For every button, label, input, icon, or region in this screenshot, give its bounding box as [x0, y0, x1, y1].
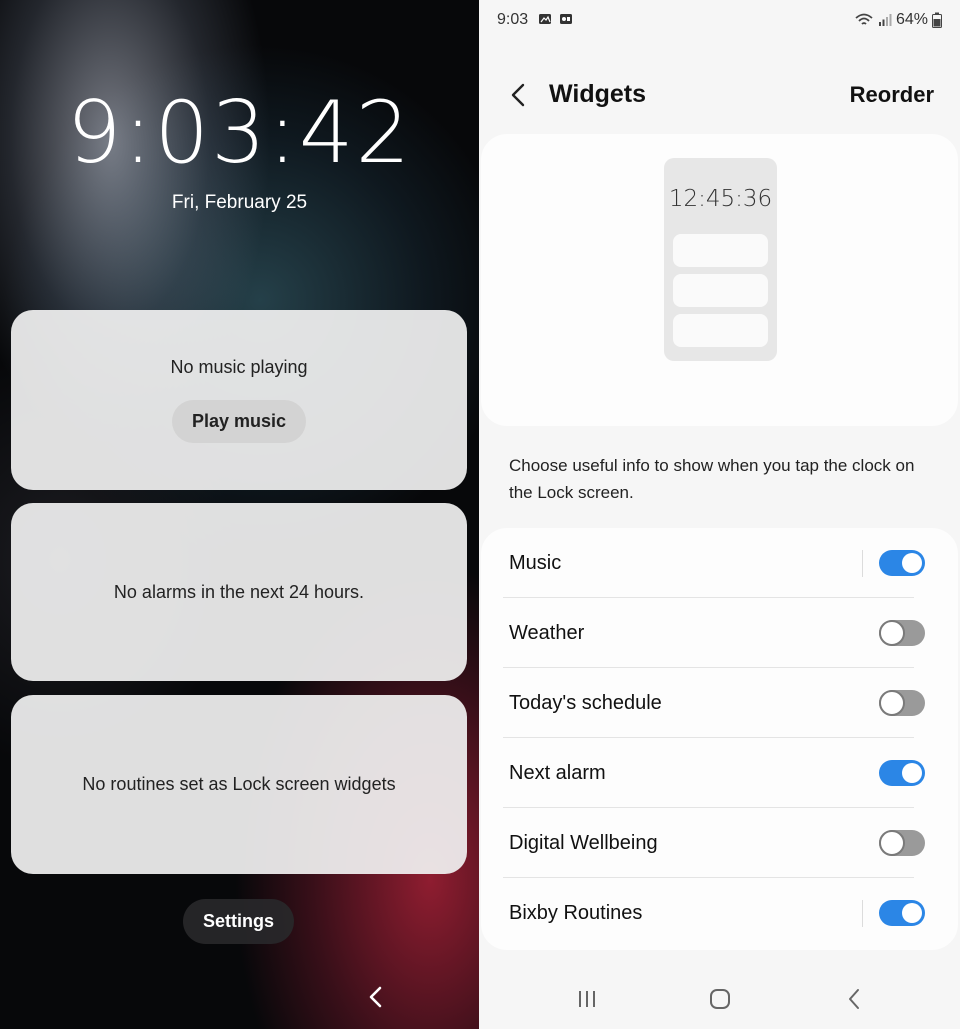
weather-toggle[interactable]	[879, 620, 925, 646]
widget-row-weather[interactable]: Weather	[481, 598, 958, 668]
todays-schedule-toggle[interactable]	[879, 690, 925, 716]
widget-label: Weather	[509, 622, 585, 644]
alarm-status-text: No alarms in the next 24 hours.	[113, 581, 365, 602]
preview-widget-slot	[673, 274, 768, 307]
battery-percent: 64%	[895, 11, 928, 28]
page-title: Widgets	[549, 80, 646, 108]
back-icon[interactable]	[362, 982, 390, 1012]
alarm-widget-card: No alarms in the next 24 hours.	[11, 503, 467, 681]
widget-row-digital-wellbeing[interactable]: Digital Wellbeing	[481, 808, 958, 878]
gallery-icon	[539, 14, 551, 24]
music-status-text: No music playing	[170, 357, 308, 377]
play-music-button[interactable]: Play music	[171, 400, 307, 443]
status-bar: 9:03 64%	[479, 0, 960, 40]
next-alarm-toggle[interactable]	[879, 760, 925, 786]
status-time: 9:03	[497, 11, 529, 28]
preview-widget-slot	[673, 314, 768, 347]
digital-wellbeing-toggle[interactable]	[879, 830, 925, 856]
lock-date: Fri, February 25	[171, 192, 308, 213]
lock-clock[interactable]: 9:03:42	[0, 90, 479, 176]
preview-clock: 12:45:36	[668, 186, 773, 212]
recents-icon[interactable]	[572, 986, 602, 1012]
app-header: Widgets Reorder	[479, 60, 960, 130]
back-icon[interactable]	[505, 80, 531, 110]
lock-settings-button[interactable]: Settings	[183, 899, 294, 944]
reorder-button[interactable]: Reorder	[850, 82, 934, 108]
widget-label: Music	[509, 552, 562, 574]
widget-label: Next alarm	[509, 762, 606, 784]
lock-screen: 9:03:42 Fri, February 25 No music playin…	[0, 0, 479, 1029]
row-separator	[862, 550, 863, 577]
battery-icon	[932, 12, 942, 28]
widgets-settings-screen: 9:03 64% Widgets Reorder 12:45:36 Choose…	[479, 0, 960, 1029]
widget-label: Bixby Routines	[509, 902, 643, 924]
widgets-description: Choose useful info to show when you tap …	[509, 456, 915, 502]
routines-widget-card: No routines set as Lock screen widgets	[11, 695, 467, 874]
routines-status-text: No routines set as Lock screen widgets	[82, 774, 396, 794]
screen-record-icon	[560, 14, 572, 24]
widget-row-todays-schedule[interactable]: Today's schedule	[481, 668, 958, 738]
widget-row-music[interactable]: Music	[481, 528, 958, 598]
phone-preview: 12:45:36	[664, 158, 777, 361]
music-toggle[interactable]	[879, 550, 925, 576]
bixby-routines-toggle[interactable]	[879, 900, 925, 926]
widget-label: Today's schedule	[509, 692, 662, 714]
widget-label: Digital Wellbeing	[509, 832, 658, 854]
signal-icon	[878, 14, 892, 26]
home-icon[interactable]	[705, 986, 735, 1012]
row-separator	[862, 900, 863, 927]
preview-widget-slot	[673, 234, 768, 267]
lock-preview-card: 12:45:36	[481, 134, 958, 426]
status-right: 64%	[854, 11, 942, 29]
navigation-bar	[479, 970, 960, 1029]
wifi-icon	[855, 13, 873, 25]
back-icon[interactable]	[839, 986, 869, 1012]
widgets-list: Music Weather Today's schedule Next alar…	[481, 528, 958, 950]
music-widget-card: No music playing Play music	[11, 310, 467, 490]
widget-row-bixby-routines[interactable]: Bixby Routines	[481, 878, 958, 948]
widget-row-next-alarm[interactable]: Next alarm	[481, 738, 958, 808]
